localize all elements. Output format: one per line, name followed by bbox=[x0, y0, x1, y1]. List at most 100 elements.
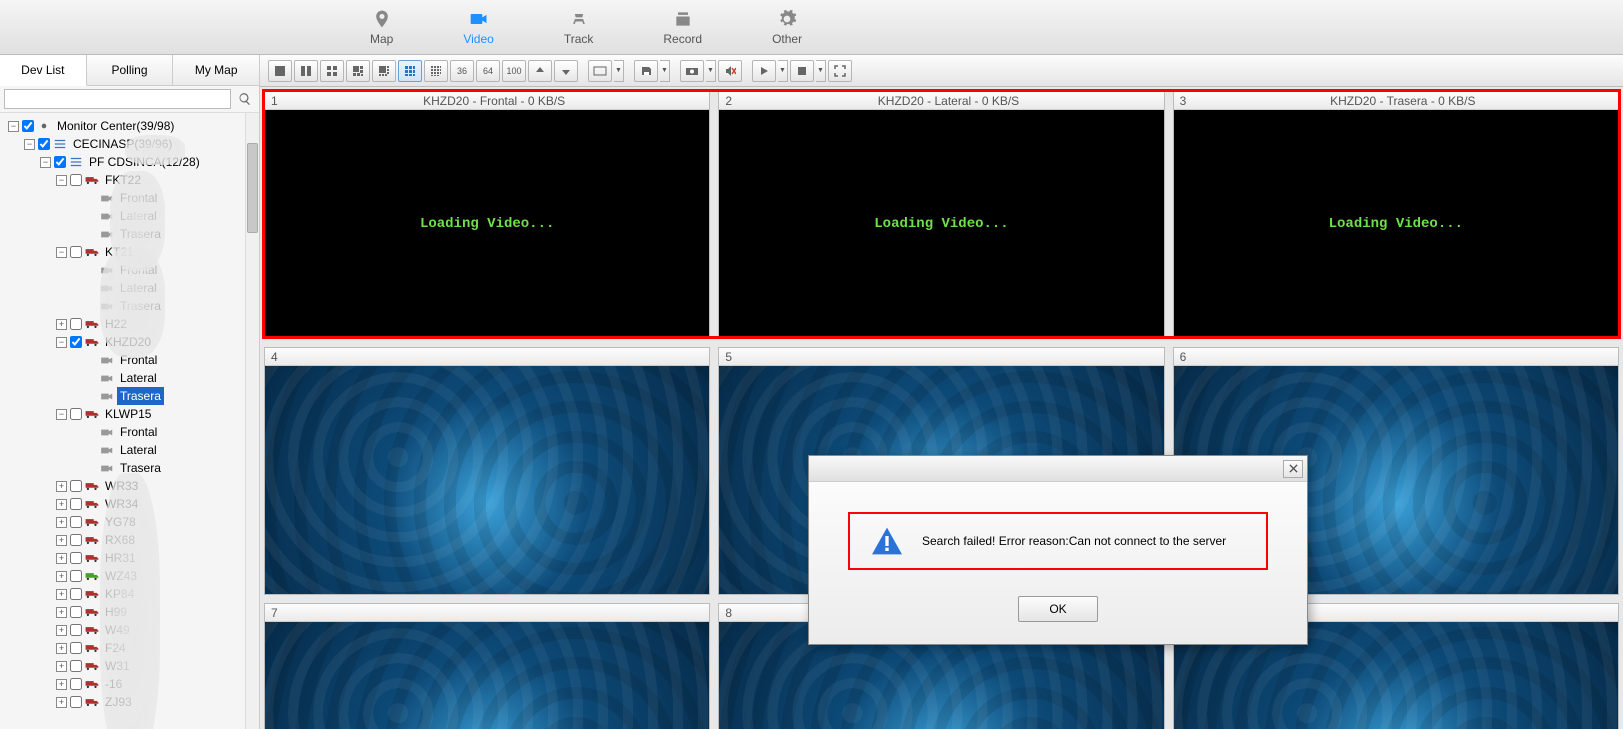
tree-device[interactable]: −KLWP15 bbox=[54, 405, 257, 423]
tree-check[interactable] bbox=[70, 336, 82, 348]
search-input[interactable] bbox=[4, 89, 231, 109]
save-dropdown[interactable]: ▼ bbox=[660, 60, 670, 82]
layout-36-button[interactable]: 36 bbox=[450, 60, 474, 82]
tree-check[interactable] bbox=[70, 696, 82, 708]
collapse-icon[interactable]: − bbox=[8, 121, 19, 132]
stop-dropdown[interactable]: ▼ bbox=[816, 60, 826, 82]
tree-camera[interactable]: Lateral bbox=[70, 207, 257, 225]
tree-device[interactable]: +F24 bbox=[54, 639, 257, 657]
aspect-dropdown[interactable]: ▼ bbox=[614, 60, 624, 82]
layout-100-button[interactable]: 100 bbox=[502, 60, 526, 82]
tree-group-1[interactable]: − CECINASP(39/96) bbox=[22, 135, 257, 153]
video-area[interactable]: Loading Video... bbox=[719, 110, 1163, 338]
tab-polling[interactable]: Polling bbox=[87, 55, 174, 85]
video-area[interactable]: Loading Video... bbox=[1174, 110, 1618, 338]
video-area[interactable] bbox=[265, 622, 709, 729]
expand-icon[interactable]: + bbox=[56, 679, 67, 690]
stop-button[interactable] bbox=[790, 60, 814, 82]
tree-camera[interactable]: Frontal bbox=[70, 423, 257, 441]
tree-device[interactable]: +W31 bbox=[54, 657, 257, 675]
play-button[interactable] bbox=[752, 60, 776, 82]
video-cell[interactable]: 4 bbox=[264, 347, 710, 595]
snapshot-dropdown[interactable]: ▼ bbox=[706, 60, 716, 82]
tree-camera[interactable]: Lateral bbox=[70, 441, 257, 459]
tree-device[interactable]: +RX68 bbox=[54, 531, 257, 549]
tree-camera[interactable]: Frontal bbox=[70, 351, 257, 369]
expand-icon[interactable]: + bbox=[56, 589, 67, 600]
layout-8-button[interactable] bbox=[372, 60, 396, 82]
tree-root[interactable]: − Monitor Center(39/98) bbox=[6, 117, 257, 135]
nav-map[interactable]: Map bbox=[370, 8, 393, 46]
expand-icon[interactable]: + bbox=[56, 319, 67, 330]
save-button[interactable] bbox=[634, 60, 658, 82]
expand-icon[interactable]: + bbox=[56, 643, 67, 654]
tree-device[interactable]: +H22 bbox=[54, 315, 257, 333]
video-cell[interactable]: 1KHZD20 - Frontal - 0 KB/SLoading Video.… bbox=[264, 91, 710, 339]
tree-check[interactable] bbox=[70, 480, 82, 492]
collapse-icon[interactable]: − bbox=[56, 409, 67, 420]
tree-device[interactable]: −FKT22 bbox=[54, 171, 257, 189]
tree-device[interactable]: −KT21 bbox=[54, 243, 257, 261]
tree-device[interactable]: −KHZD20 bbox=[54, 333, 257, 351]
dialog-ok-button[interactable]: OK bbox=[1018, 596, 1097, 622]
search-button[interactable] bbox=[235, 89, 255, 109]
tree-check[interactable] bbox=[70, 552, 82, 564]
tree-camera[interactable]: Trasera bbox=[70, 297, 257, 315]
aspect-button[interactable] bbox=[588, 60, 612, 82]
tree-check[interactable] bbox=[70, 642, 82, 654]
nav-record[interactable]: Record bbox=[663, 8, 702, 46]
expand-icon[interactable]: + bbox=[56, 553, 67, 564]
tree-check[interactable] bbox=[70, 498, 82, 510]
expand-icon[interactable]: + bbox=[56, 481, 67, 492]
video-cell[interactable]: 7 bbox=[264, 603, 710, 729]
tree-check[interactable] bbox=[70, 606, 82, 618]
layout-64-button[interactable]: 64 bbox=[476, 60, 500, 82]
tree-device[interactable]: +HR31 bbox=[54, 549, 257, 567]
collapse-icon[interactable]: − bbox=[56, 175, 67, 186]
tree-check[interactable] bbox=[70, 660, 82, 672]
tree-check[interactable] bbox=[70, 624, 82, 636]
scrollbar-thumb[interactable] bbox=[247, 143, 258, 233]
tree-device[interactable]: +WR34 bbox=[54, 495, 257, 513]
tree-device[interactable]: +ZJ93 bbox=[54, 693, 257, 711]
layout-6-button[interactable] bbox=[346, 60, 370, 82]
tree-camera[interactable]: Frontal bbox=[70, 189, 257, 207]
collapse-icon[interactable]: − bbox=[56, 337, 67, 348]
tree-check[interactable] bbox=[70, 318, 82, 330]
tree-camera[interactable]: Frontal bbox=[70, 261, 257, 279]
tree-camera[interactable]: Trasera bbox=[70, 459, 257, 477]
tree-device[interactable]: +WZ43 bbox=[54, 567, 257, 585]
tree-device[interactable]: +H99 bbox=[54, 603, 257, 621]
fullscreen-button[interactable] bbox=[828, 60, 852, 82]
tree-scrollbar[interactable] bbox=[245, 113, 259, 729]
expand-icon[interactable]: + bbox=[56, 499, 67, 510]
collapse-icon[interactable]: − bbox=[40, 157, 51, 168]
tree-camera[interactable]: Trasera bbox=[70, 387, 257, 405]
tree-check[interactable] bbox=[70, 516, 82, 528]
tree-device[interactable]: +WR33 bbox=[54, 477, 257, 495]
tree-check[interactable] bbox=[70, 588, 82, 600]
tree-group-2[interactable]: − PF CDSINCA(12/28) bbox=[38, 153, 257, 171]
video-cell[interactable]: 2KHZD20 - Lateral - 0 KB/SLoading Video.… bbox=[718, 91, 1164, 339]
tree-device[interactable]: +W49 bbox=[54, 621, 257, 639]
nav-track[interactable]: Track bbox=[564, 8, 594, 46]
expand-icon[interactable]: + bbox=[56, 607, 67, 618]
device-tree[interactable]: − Monitor Center(39/98) − CECINASP(39/96… bbox=[0, 113, 259, 729]
tree-device[interactable]: +YG78 bbox=[54, 513, 257, 531]
tree-camera[interactable]: Lateral bbox=[70, 279, 257, 297]
expand-icon[interactable]: + bbox=[56, 571, 67, 582]
layout-16-button[interactable] bbox=[424, 60, 448, 82]
expand-icon[interactable]: + bbox=[56, 517, 67, 528]
expand-icon[interactable]: + bbox=[56, 625, 67, 636]
tab-dev-list[interactable]: Dev List bbox=[0, 55, 87, 86]
page-down-button[interactable] bbox=[554, 60, 578, 82]
tree-check[interactable] bbox=[54, 156, 66, 168]
tree-camera[interactable]: Trasera bbox=[70, 225, 257, 243]
tree-check[interactable] bbox=[70, 534, 82, 546]
mute-button[interactable] bbox=[718, 60, 742, 82]
tree-camera[interactable]: Lateral bbox=[70, 369, 257, 387]
expand-icon[interactable]: + bbox=[56, 697, 67, 708]
collapse-icon[interactable]: − bbox=[24, 139, 35, 150]
tree-check[interactable] bbox=[70, 408, 82, 420]
tree-check[interactable] bbox=[70, 570, 82, 582]
